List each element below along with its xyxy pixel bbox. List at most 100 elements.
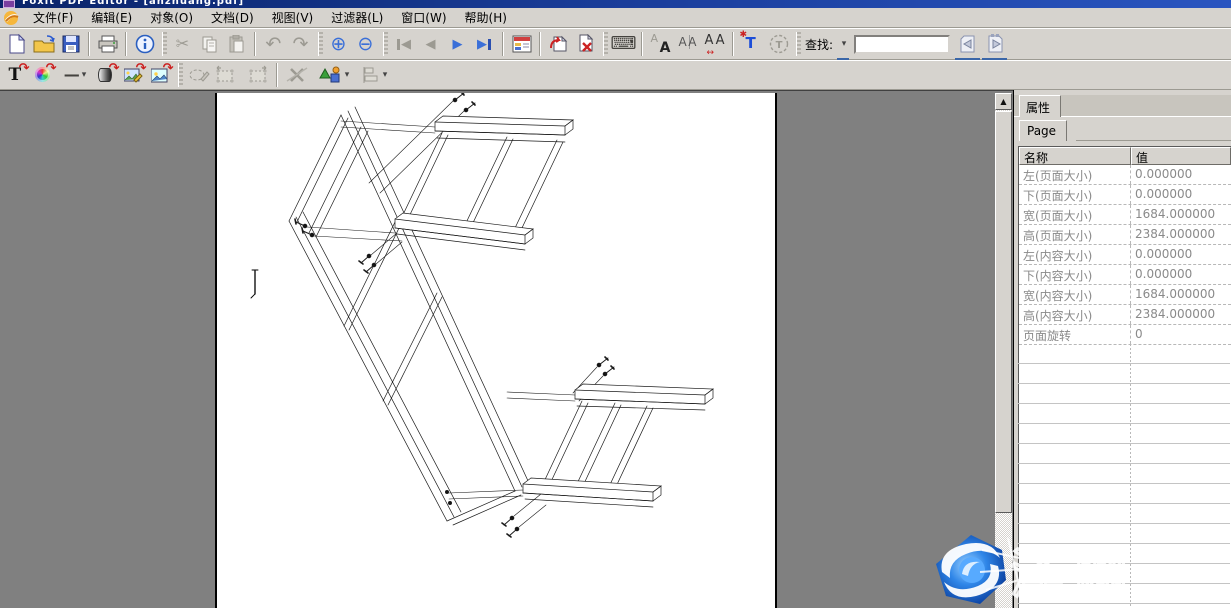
virtual-keyboard-button[interactable]: ⌨ <box>610 31 637 57</box>
cut-button[interactable]: ✂ <box>169 31 196 57</box>
transform-rotate-left-button[interactable] <box>212 62 242 88</box>
application-window: Foxit PDF Editor - [anzhuang.pdf] 文件(F) … <box>0 0 1231 608</box>
menu-bar: 文件(F) 编辑(E) 对象(O) 文档(D) 视图(V) 过滤器(L) 窗口(… <box>0 8 1231 28</box>
info-button[interactable] <box>131 31 158 57</box>
undo-button[interactable]: ↶ <box>260 31 287 57</box>
add-text-icon: T↷ <box>7 65 27 85</box>
page-display-button[interactable] <box>508 31 535 57</box>
property-row: 页面旋转0 <box>1019 325 1231 345</box>
vertical-scrollbar[interactable]: ▲ <box>995 93 1012 608</box>
find-next-button[interactable] <box>981 31 1008 57</box>
first-page-button[interactable]: ◀ <box>390 31 417 57</box>
column-header-value[interactable]: 值 <box>1131 147 1231 165</box>
redo-button[interactable]: ↷ <box>287 31 314 57</box>
char-spacing-icon: AA↔ <box>705 34 725 54</box>
property-row: 高(内容大小)2384.000000 <box>1019 305 1231 325</box>
font-map-button[interactable]: AA <box>647 31 674 57</box>
clone-tool-button[interactable] <box>185 62 212 88</box>
align-objects-button[interactable]: ▾ <box>354 62 394 88</box>
edit-image-button[interactable]: ↷ <box>120 62 147 88</box>
font-size-button[interactable]: AA <box>674 31 701 57</box>
previous-page-button[interactable]: ◀ <box>417 31 444 57</box>
print-button[interactable] <box>94 31 121 57</box>
property-name: 左(页面大小) <box>1019 165 1131 184</box>
line-tool-button[interactable]: — ▾ <box>57 62 93 88</box>
property-name: 宽(内容大小) <box>1019 285 1131 304</box>
property-name: 下(内容大小) <box>1019 265 1131 284</box>
property-value[interactable]: 0.000000 <box>1131 165 1231 184</box>
menu-file[interactable]: 文件(F) <box>24 7 82 28</box>
pdf-page-canvas[interactable] <box>215 93 777 608</box>
add-text-object-button[interactable]: T↷ <box>3 62 30 88</box>
find-previous-button[interactable] <box>954 31 981 57</box>
add-gradient-button[interactable]: ↷ <box>93 62 120 88</box>
next-page-icon: ▶ <box>453 38 463 51</box>
properties-panel-title-tab[interactable]: 属性 <box>1019 95 1061 117</box>
insert-shapes-button[interactable]: ▾ <box>314 62 354 88</box>
menu-help[interactable]: 帮助(H) <box>456 7 516 28</box>
property-value[interactable]: 1684.000000 <box>1131 205 1231 224</box>
find-group: 查找: ▾ <box>803 31 1008 57</box>
property-value[interactable]: 2384.000000 <box>1131 305 1231 324</box>
zoom-in-button[interactable]: ⊕ <box>325 31 352 57</box>
zoom-out-icon: ⊖ <box>358 35 374 54</box>
last-page-icon: ▶ <box>477 38 487 51</box>
zoom-in-icon: ⊕ <box>331 35 347 54</box>
property-name: 下(页面大小) <box>1019 185 1131 204</box>
tab-page[interactable]: Page <box>1019 120 1067 141</box>
undo-icon: ↶ <box>266 35 282 54</box>
save-button[interactable] <box>57 31 84 57</box>
menu-window[interactable]: 窗口(W) <box>392 7 455 28</box>
caret-down-icon: ▾ <box>842 39 847 49</box>
previous-page-icon: ◀ <box>426 38 436 51</box>
property-value[interactable]: 2384.000000 <box>1131 225 1231 244</box>
column-header-name[interactable]: 名称 <box>1019 147 1131 165</box>
scrollbar-thumb[interactable] <box>995 111 1012 513</box>
menu-document[interactable]: 文档(D) <box>202 7 263 28</box>
menu-object[interactable]: 对象(O) <box>141 7 202 28</box>
foxit-logo-icon <box>3 10 21 26</box>
open-file-button[interactable] <box>30 31 57 57</box>
property-value[interactable]: 0.000000 <box>1131 265 1231 284</box>
menu-filter[interactable]: 过滤器(L) <box>322 7 392 28</box>
property-row: 宽(内容大小)1684.000000 <box>1019 285 1231 305</box>
menu-view[interactable]: 视图(V) <box>263 7 323 28</box>
new-document-button[interactable] <box>3 31 30 57</box>
toolbar-standard: ✂ ↶ ↷ ⊕ ⊖ ◀ ◀ ▶ ▶ ⌨ AA <box>0 28 1231 60</box>
import-page-button[interactable] <box>545 31 572 57</box>
paste-button[interactable] <box>223 31 250 57</box>
next-page-button[interactable]: ▶ <box>444 31 471 57</box>
delete-page-button[interactable] <box>572 31 599 57</box>
property-value[interactable]: 1684.000000 <box>1131 285 1231 304</box>
scroll-up-button[interactable]: ▲ <box>995 93 1012 110</box>
toolbar-objects: T↷ ↷ — ▾ ↷ ↷ ↷ <box>0 60 1231 90</box>
copy-button[interactable] <box>196 31 223 57</box>
properties-empty-rows <box>1018 344 1230 608</box>
properties-panel: 属性 Page 名称 值 左(页面大小)0.000000 下(页面大小)0.00… <box>1014 90 1231 608</box>
property-name: 宽(页面大小) <box>1019 205 1131 224</box>
property-value[interactable]: 0.000000 <box>1131 245 1231 264</box>
insert-text-button[interactable]: T✱ <box>738 31 765 57</box>
menu-edit[interactable]: 编辑(E) <box>82 7 141 28</box>
caret-down-icon: ▾ <box>383 70 388 80</box>
zoom-out-button[interactable]: ⊖ <box>352 31 379 57</box>
find-input[interactable] <box>854 35 950 54</box>
add-image-button[interactable]: ↷ <box>147 62 174 88</box>
property-row: 高(页面大小)2384.000000 <box>1019 225 1231 245</box>
transform-rotate-right-button[interactable] <box>242 62 272 88</box>
find-options-dropdown[interactable]: ▾ <box>836 31 850 57</box>
svg-text:T: T <box>775 40 782 51</box>
properties-title: 属性 <box>1026 101 1050 115</box>
property-value[interactable]: 0 <box>1131 325 1231 344</box>
keyboard-icon: ⌨ <box>611 35 637 53</box>
property-row: 宽(页面大小)1684.000000 <box>1019 205 1231 225</box>
char-spacing-button[interactable]: AA↔ <box>701 31 728 57</box>
last-page-button[interactable]: ▶ <box>471 31 498 57</box>
add-shading-button[interactable]: ↷ <box>30 62 57 88</box>
text-tool-disabled-button[interactable]: T <box>765 31 792 57</box>
delete-object-button[interactable] <box>282 62 314 88</box>
property-value[interactable]: 0.000000 <box>1131 185 1231 204</box>
redo-icon: ↷ <box>293 35 309 54</box>
property-row: 左(页面大小)0.000000 <box>1019 165 1231 185</box>
property-name: 页面旋转 <box>1019 325 1131 344</box>
